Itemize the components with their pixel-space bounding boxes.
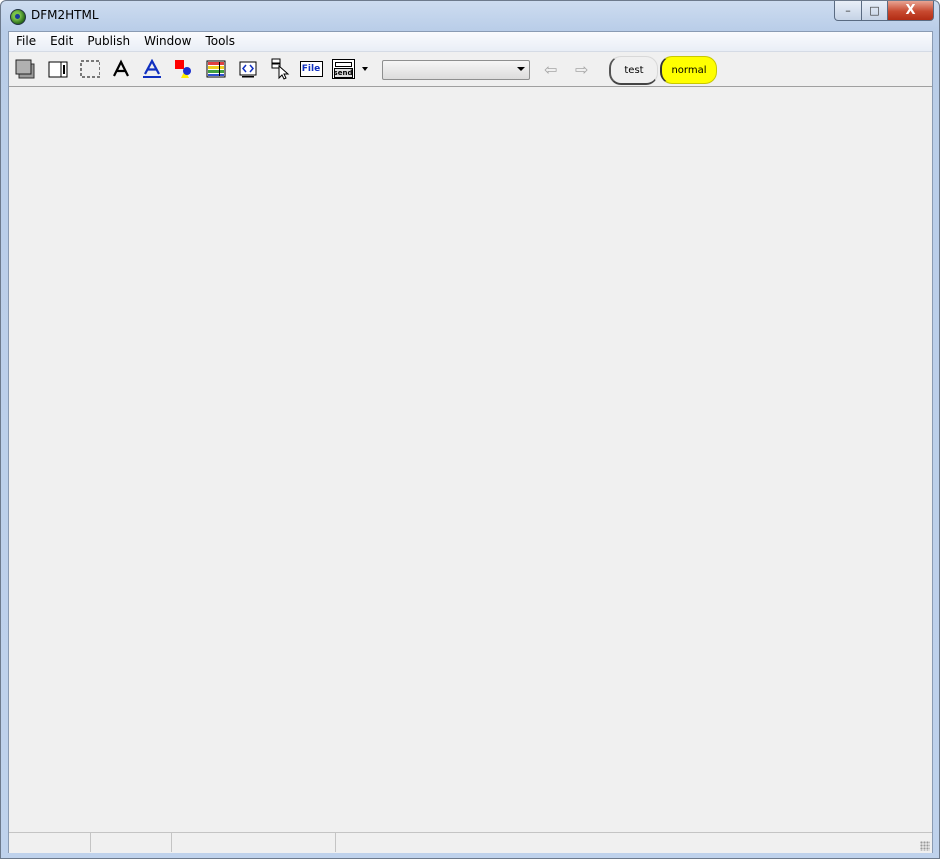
title-bar[interactable]: DFM2HTML – □ X: [1, 1, 939, 30]
combo-arrow-icon: [517, 67, 525, 71]
style-combo-box[interactable]: [382, 60, 530, 80]
caption-buttons: – □ X: [834, 1, 934, 21]
send-form-tool-button[interactable]: send: [331, 59, 355, 79]
status-panel-1: [9, 833, 91, 852]
status-panel-3: [172, 833, 336, 852]
file-icon-label: File: [301, 64, 321, 74]
minimize-button[interactable]: –: [834, 1, 862, 21]
send-icon-label: send: [333, 69, 353, 77]
maximize-button[interactable]: □: [862, 1, 888, 21]
file-upload-tool-button[interactable]: File: [299, 59, 323, 79]
hyperlink-tool-icon: [143, 59, 161, 78]
style-button-normal[interactable]: normal: [660, 56, 717, 84]
menu-tools[interactable]: Tools: [198, 32, 242, 51]
dropdown-arrow-icon: [362, 67, 368, 71]
input-tool-icon: [271, 58, 290, 80]
menu-bar: File Edit Publish Window Tools: [9, 32, 932, 52]
panel-tool-button[interactable]: [15, 59, 35, 79]
window-title: DFM2HTML: [31, 8, 99, 22]
minimize-icon: –: [845, 4, 851, 17]
table-tool-button[interactable]: [206, 59, 226, 79]
app-window: DFM2HTML – □ X File Edit Publish Window …: [0, 0, 940, 859]
html-tool-button[interactable]: [238, 59, 258, 79]
maximize-icon: □: [869, 4, 880, 17]
menu-file[interactable]: File: [9, 32, 43, 51]
page-tool-icon: [48, 61, 68, 78]
style-button-normal-label: normal: [671, 64, 707, 76]
text-tool-icon: [113, 59, 129, 77]
close-icon: X: [905, 3, 916, 18]
table-tool-icon: [206, 60, 226, 78]
status-panel-4: [336, 833, 932, 852]
hyperlink-tool-button[interactable]: [142, 59, 162, 79]
style-button-test-label: test: [624, 64, 644, 76]
menu-window[interactable]: Window: [137, 32, 198, 51]
mdi-workspace[interactable]: [9, 87, 932, 832]
dfm2html-app-icon[interactable]: [10, 9, 26, 25]
style-button-test[interactable]: test: [609, 56, 658, 85]
panel-tool-icon: [15, 59, 35, 79]
status-panel-2: [91, 833, 172, 852]
back-arrow-icon[interactable]: ⇦: [544, 60, 557, 79]
resize-grip-icon[interactable]: [920, 841, 930, 851]
status-bar: [9, 832, 932, 853]
color-tool-button[interactable]: [173, 59, 193, 79]
text-tool-button[interactable]: [111, 59, 131, 79]
toolbar: File send ⇦ ⇨ test normal: [9, 52, 932, 87]
file-upload-tool-icon: File: [299, 61, 323, 77]
menu-edit[interactable]: Edit: [43, 32, 80, 51]
frame-tool-button[interactable]: [80, 59, 100, 79]
html-tool-icon: [239, 61, 257, 78]
send-form-dropdown-button[interactable]: [359, 59, 371, 79]
input-tool-button[interactable]: [270, 58, 290, 80]
page-tool-button[interactable]: [48, 59, 68, 79]
menu-publish[interactable]: Publish: [80, 32, 137, 51]
client-area: File Edit Publish Window Tools File send…: [8, 31, 933, 853]
close-button[interactable]: X: [888, 1, 934, 21]
color-tool-icon: [175, 60, 191, 78]
frame-tool-icon: [80, 60, 100, 78]
send-form-tool-icon: send: [331, 59, 355, 79]
forward-arrow-icon[interactable]: ⇨: [575, 60, 588, 79]
